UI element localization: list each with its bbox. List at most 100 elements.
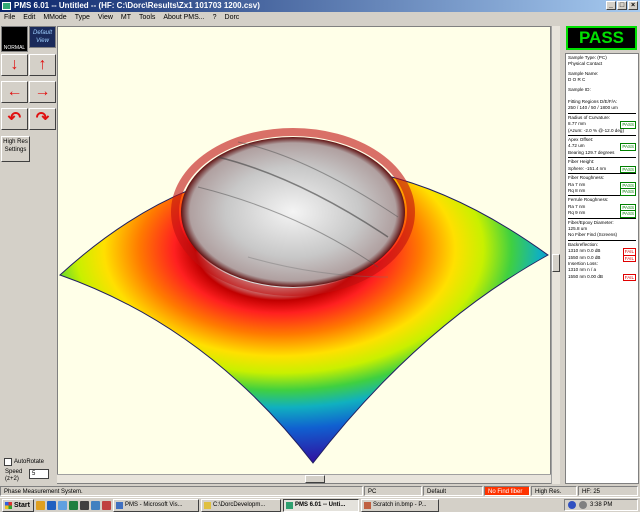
window-title: PMS 6.01 -- Untitled -- (HF: C:\Dorc\Res… (14, 1, 260, 10)
scroll-thumb[interactable] (552, 254, 560, 272)
menu-edit[interactable]: Edit (19, 12, 39, 24)
desktop-icon[interactable] (91, 500, 100, 510)
checkbox-box[interactable] (4, 458, 12, 466)
rotate-right-button[interactable]: → (29, 81, 56, 103)
taskbar: Start PMS - Microsoft Vis... C:\DorcDeve… (0, 497, 640, 512)
task-pms-active[interactable]: PMS 6.01 -- Unti... (283, 498, 359, 512)
start-button[interactable]: Start (2, 498, 34, 512)
arrow-up-icon: ↑ (38, 56, 47, 73)
status-fiber-find: No Find fiber (484, 486, 530, 496)
high-res-settings-button[interactable]: High Res Settings (1, 136, 30, 162)
rotate-cw-icon: ↷ (35, 110, 50, 127)
fiber-rq-value: Rq 8 nm (568, 187, 586, 193)
sample-type-value: Physical Contact (568, 61, 603, 67)
speed-stepper[interactable]: 5 (29, 469, 49, 479)
menu-tools[interactable]: Tools (135, 12, 159, 24)
br-1550-value: 1550 nm 0.0 dB (568, 254, 601, 260)
sample-name-value: D O R C (568, 77, 586, 83)
fiber-rq-status-badge: PASS (620, 187, 636, 196)
paint-icon (364, 501, 371, 509)
arrow-down-icon: ↓ (10, 56, 19, 73)
fiber-height-status-badge: PASS (620, 165, 636, 174)
rotate-up-button[interactable]: ↑ (29, 54, 56, 76)
status-hf: HF: 25 (578, 486, 638, 496)
menu-mt[interactable]: MT (117, 12, 135, 24)
speed-label: Speed (z+2) (5, 469, 23, 482)
task-label: C:\DorcDevelopm... (213, 501, 266, 508)
bearing-value: Bearing 129.7 degrees (568, 149, 615, 155)
task-label: Scratch in.bmp - P... (373, 501, 427, 508)
status-bar: Phase Measurement System. PC Default No … (0, 486, 640, 496)
scroll-thumb[interactable] (305, 475, 325, 483)
clock[interactable]: 3:38 PM (590, 502, 612, 508)
menu-file[interactable]: File (0, 12, 19, 24)
il-1550-value: 1550 nm 0.00 dB (568, 273, 603, 279)
sample-id-label: Sample ID: (568, 86, 591, 92)
ferrule-rq-value: Rq 9 nm (568, 210, 586, 216)
menu-type[interactable]: Type (71, 12, 94, 24)
rotate-ccw-button[interactable]: ↶ (1, 108, 28, 130)
surface-3d-viewport[interactable] (57, 26, 551, 484)
menu-dorc[interactable]: Dorc (221, 12, 244, 24)
apex-value: 4.72 um (568, 143, 585, 149)
pms-window: PMS 6.01 -- Untitled -- (HF: C:\Dorc\Res… (0, 0, 640, 512)
tool-icon[interactable] (102, 500, 111, 510)
view-control-panel: NORMAL Default View ↓ ↑ ← → ↶ ↷ High Res… (0, 26, 57, 485)
il-1550-status-badge: FAIL (622, 273, 636, 282)
autorotate-label: AutoRotate (14, 459, 45, 465)
pms-icon (286, 501, 293, 509)
autorotate-checkbox[interactable]: AutoRotate (4, 458, 44, 466)
horizontal-scrollbar[interactable] (57, 474, 551, 483)
menu-view[interactable]: View (94, 12, 117, 24)
windows-logo-icon (5, 501, 12, 509)
terminal-icon[interactable] (80, 500, 89, 510)
menu-mmode[interactable]: MMode (39, 12, 70, 24)
task-label: PMS 6.01 -- Unti... (295, 501, 346, 508)
app-icon (2, 2, 11, 10)
rotate-left-button[interactable]: ← (1, 81, 28, 103)
arrow-left-icon: ← (6, 83, 23, 100)
visual-studio-icon (116, 501, 123, 509)
ferrule-rq-status-badge: PASS (620, 210, 636, 218)
status-type: PC (364, 486, 422, 496)
menu-bar: File Edit MMode Type View MT Tools About… (0, 12, 640, 24)
overall-result-badge: PASS (566, 26, 637, 50)
task-pms-visual-studio[interactable]: PMS - Microsoft Vis... (113, 498, 199, 512)
rotate-down-button[interactable]: ↓ (1, 54, 28, 76)
epoxy-note: No Fiber Find (Screens) (568, 232, 618, 238)
system-tray: 3:38 PM (564, 499, 638, 511)
default-view-button[interactable]: Default View (29, 26, 56, 48)
rotate-cw-button[interactable]: ↷ (29, 108, 56, 130)
outlook-icon[interactable] (58, 500, 67, 510)
volume-icon[interactable] (579, 501, 587, 509)
task-dorc-folder[interactable]: C:\DorcDevelopm... (201, 498, 281, 512)
menu-about[interactable]: About PMS... (159, 12, 208, 24)
ie-icon[interactable] (47, 500, 56, 510)
measurement-results: Sample Type: (PC) Physical Contact Sampl… (565, 53, 639, 484)
status-message: Phase Measurement System. (0, 486, 363, 496)
network-icon[interactable] (568, 501, 576, 509)
start-label: Start (14, 501, 30, 509)
fiber-ra-value: Ra 7 nm (568, 181, 586, 187)
folder-icon (204, 501, 211, 509)
maximize-button[interactable]: □ (617, 1, 627, 10)
br-1310-value: 1310 nm 0.0 dB (568, 248, 601, 254)
vertical-scrollbar[interactable] (551, 26, 560, 484)
app-quicklaunch-icon[interactable] (69, 500, 78, 510)
title-bar[interactable]: PMS 6.01 -- Untitled -- (HF: C:\Dorc\Res… (0, 0, 640, 12)
close-button[interactable]: × (628, 1, 638, 10)
ferrule-surface-render (59, 128, 549, 464)
ferrule-ra-value: Ra 7 nm (568, 203, 586, 209)
azimuth-value: (Azum: -2.0 % @-12.0 deg) (568, 127, 624, 133)
normal-view-button[interactable]: NORMAL (1, 26, 28, 52)
arrow-right-icon: → (34, 83, 51, 100)
task-label: PMS - Microsoft Vis... (125, 501, 183, 508)
fitting-value: 250 / 140 / 50 / 1800 um (568, 105, 618, 111)
minimize-button[interactable]: _ (606, 1, 616, 10)
status-mode: Default (423, 486, 483, 496)
results-panel: PASS Sample Type: (PC) Physical Contact … (563, 26, 640, 485)
explorer-icon[interactable] (36, 500, 45, 510)
task-paint[interactable]: Scratch in.bmp - P... (361, 498, 439, 512)
menu-help[interactable]: ? (209, 12, 221, 24)
rotate-ccw-icon: ↶ (7, 110, 22, 127)
